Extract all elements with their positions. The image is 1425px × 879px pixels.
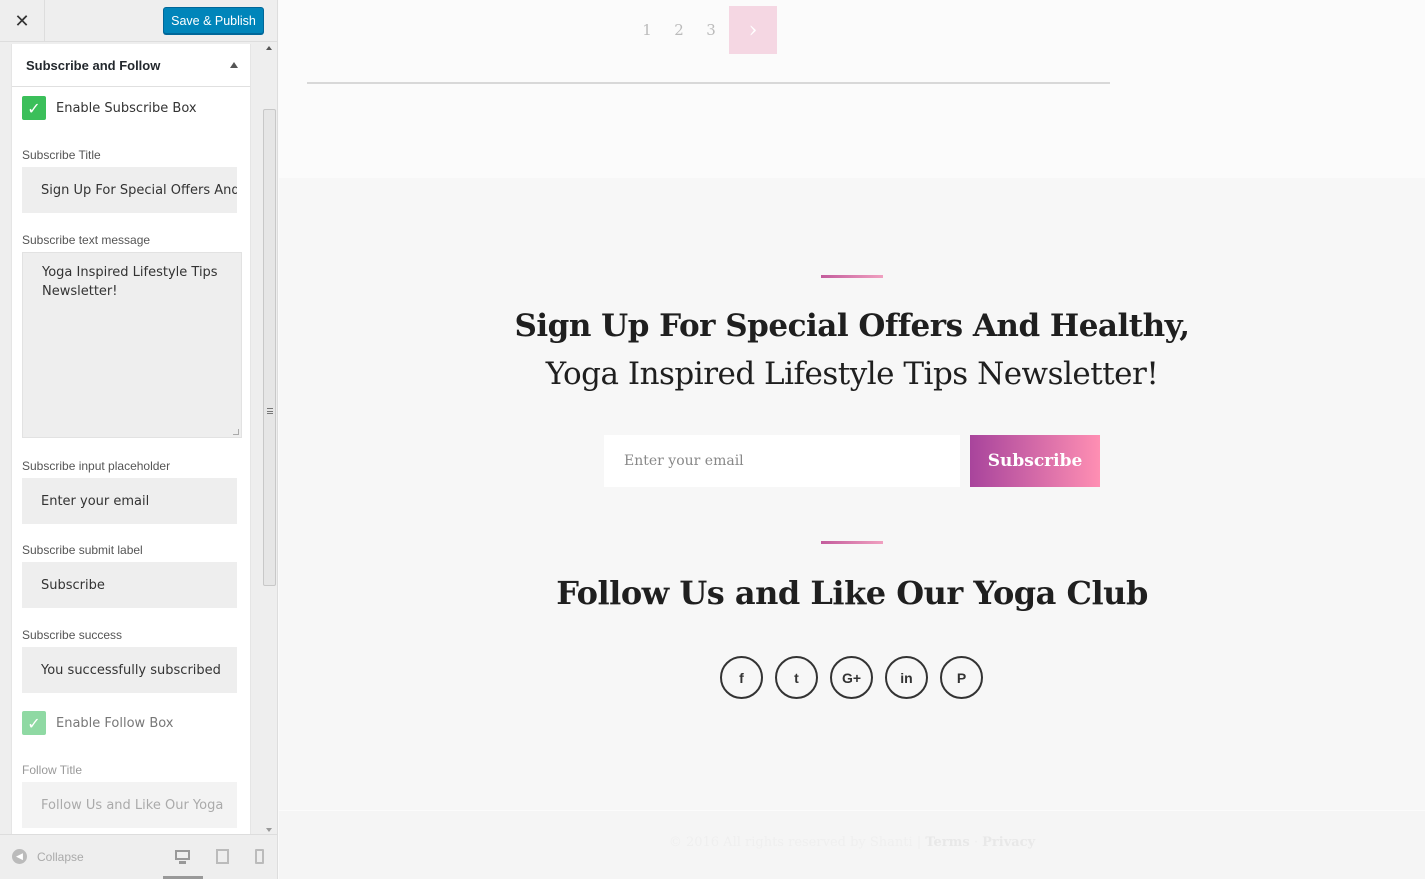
subscribe-text-value: Yoga Inspired Lifestyle Tips Newsletter! <box>42 265 218 299</box>
social-links: f t G+ in P <box>720 656 995 699</box>
resize-handle-icon[interactable] <box>233 429 239 435</box>
close-icon[interactable]: ✕ <box>0 0 45 42</box>
email-input[interactable]: Enter your email <box>604 435 960 487</box>
desktop-screen-shape <box>175 850 190 860</box>
privacy-link[interactable]: Privacy <box>982 835 1035 850</box>
subscribe-title-label: Subscribe Title <box>22 148 101 162</box>
copyright-text: © 2016 All rights reserved by Shanti | <box>668 835 922 850</box>
follow-title-input[interactable]: Follow Us and Like Our Yoga <box>22 782 237 828</box>
subscribe-placeholder-label: Subscribe input placeholder <box>22 459 171 473</box>
pinterest-icon[interactable]: P <box>940 656 983 699</box>
next-page-chevron-icon[interactable]: › <box>729 6 777 54</box>
subscribe-success-input[interactable]: You successfully subscribed <box>22 647 237 693</box>
panel-scrollbar[interactable] <box>262 44 276 834</box>
desktop-preview-icon[interactable] <box>173 847 193 867</box>
follow-title: Follow Us and Like Our Yoga Club <box>556 574 1148 612</box>
page-link-1[interactable]: 1 <box>631 21 663 39</box>
checkmark-icon[interactable]: ✓ <box>22 711 46 735</box>
section-title: Subscribe and Follow <box>26 57 161 73</box>
customizer-sidebar: ✕ Save & Publish Subscribe and Follow ✓ … <box>0 0 278 879</box>
site-preview: 1 2 3 › Sign Up For Special Offers And H… <box>279 0 1425 879</box>
subscribe-accent-bar <box>821 275 883 278</box>
subscribe-section: Sign Up For Special Offers And Healthy, … <box>279 178 1425 810</box>
enable-follow-label: Enable Follow Box <box>56 715 174 731</box>
subscribe-title-input[interactable]: Sign Up For Special Offers And Healthy, <box>22 167 237 213</box>
google-plus-icon[interactable]: G+ <box>830 656 873 699</box>
enable-subscribe-label: Enable Subscribe Box <box>56 100 197 116</box>
follow-accent-bar <box>821 541 883 544</box>
customizer-footer: ◀ Collapse <box>0 834 277 879</box>
footer-separator: · <box>973 835 978 850</box>
checkmark-icon[interactable]: ✓ <box>22 96 46 120</box>
mobile-screen-shape <box>255 849 264 864</box>
desktop-stand-shape <box>179 861 186 864</box>
subscribe-title: Sign Up For Special Offers And Healthy, <box>514 308 1191 344</box>
subscribe-submit-input[interactable]: Subscribe <box>22 562 237 608</box>
scroll-up-icon[interactable] <box>266 46 272 50</box>
subscribe-text-textarea[interactable]: Yoga Inspired Lifestyle Tips Newsletter! <box>22 252 242 438</box>
scroll-down-icon[interactable] <box>266 828 272 832</box>
scrollbar-thumb[interactable] <box>263 109 276 586</box>
terms-link[interactable]: Terms <box>925 835 969 850</box>
site-footer: © 2016 All rights reserved by Shanti | T… <box>279 811 1425 879</box>
page-link-3[interactable]: 3 <box>695 21 727 39</box>
page-link-2[interactable]: 2 <box>663 21 695 39</box>
grip-icon <box>267 408 273 414</box>
collapse-button[interactable]: ◀ Collapse <box>12 849 84 864</box>
section-header[interactable]: Subscribe and Follow <box>12 44 250 87</box>
follow-title-label: Follow Title <box>22 763 83 777</box>
content-divider <box>307 82 1110 84</box>
tablet-preview-icon[interactable] <box>213 847 233 867</box>
customizer-header: ✕ Save & Publish <box>0 0 277 42</box>
save-publish-button[interactable]: Save & Publish <box>163 7 264 34</box>
enable-follow-checkbox[interactable]: ✓ Enable Follow Box <box>22 711 174 735</box>
facebook-icon[interactable]: f <box>720 656 763 699</box>
subscribe-placeholder-input[interactable]: Enter your email <box>22 478 237 524</box>
collapse-arrow-left-icon: ◀ <box>12 849 27 864</box>
footer-text: © 2016 All rights reserved by Shanti | T… <box>279 835 1425 850</box>
pagination: 1 2 3 › <box>631 6 777 54</box>
subscribe-submit-label: Subscribe submit label <box>22 543 143 557</box>
collapse-label: Collapse <box>37 849 84 864</box>
customizer-panel: Subscribe and Follow ✓ Enable Subscribe … <box>11 44 251 834</box>
linkedin-icon[interactable]: in <box>885 656 928 699</box>
twitter-icon[interactable]: t <box>775 656 818 699</box>
subscribe-success-label: Subscribe success <box>22 628 123 642</box>
subscribe-text-label: Subscribe text message <box>22 233 151 247</box>
subscribe-button[interactable]: Subscribe <box>970 435 1100 487</box>
tablet-screen-shape <box>216 849 229 864</box>
collapse-arrow-icon[interactable] <box>230 62 238 68</box>
mobile-preview-icon[interactable] <box>250 847 270 867</box>
subscribe-text: Yoga Inspired Lifestyle Tips Newsletter! <box>545 356 1159 392</box>
enable-subscribe-checkbox[interactable]: ✓ Enable Subscribe Box <box>22 96 197 120</box>
